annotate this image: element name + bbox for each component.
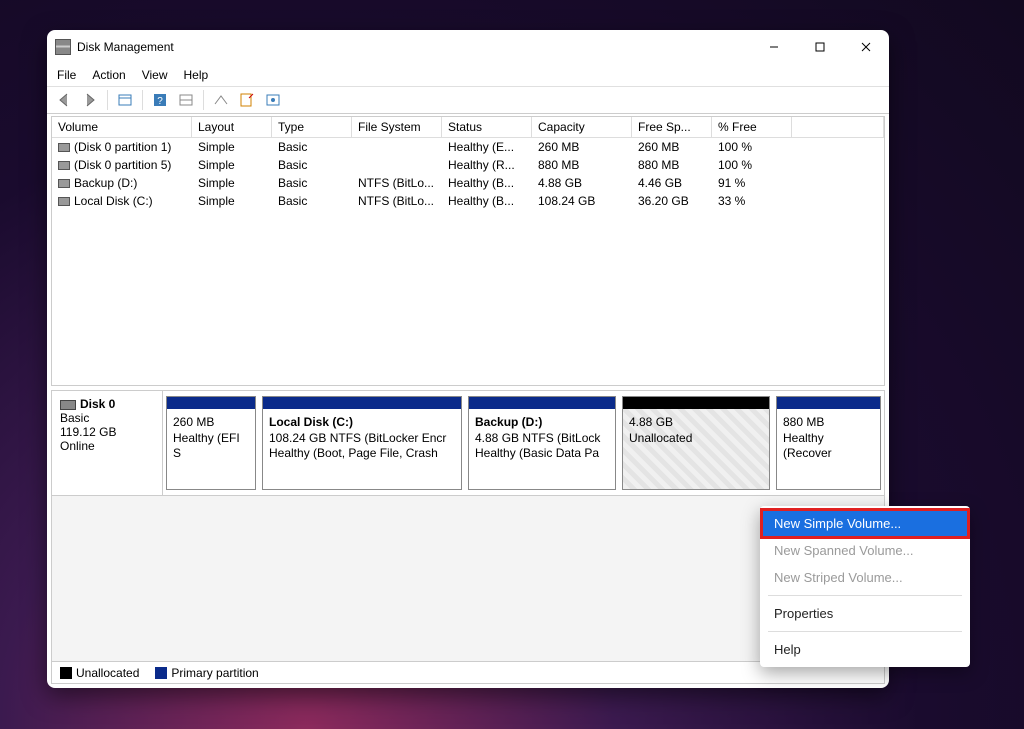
col-layout[interactable]: Layout — [192, 117, 272, 137]
close-button[interactable] — [843, 30, 889, 64]
ctx-new-spanned-volume: New Spanned Volume... — [762, 537, 968, 564]
partition-primary[interactable]: 880 MBHealthy (Recover — [776, 396, 881, 490]
volume-row[interactable]: Backup (D:)SimpleBasicNTFS (BitLo...Heal… — [52, 174, 884, 192]
disk-info[interactable]: Disk 0 Basic 119.12 GB Online — [52, 391, 163, 495]
window-buttons — [751, 30, 889, 64]
col-spacer — [792, 117, 884, 137]
partition-primary[interactable]: Backup (D:)4.88 GB NTFS (BitLockHealthy … — [468, 396, 616, 490]
legend-unallocated: Unallocated — [60, 666, 139, 680]
disk-status: Online — [60, 439, 154, 453]
volume-list[interactable]: Volume Layout Type File System Status Ca… — [51, 116, 885, 386]
ctx-separator — [768, 631, 962, 632]
window-title: Disk Management — [77, 40, 174, 54]
col-free[interactable]: Free Sp... — [632, 117, 712, 137]
volume-row[interactable]: (Disk 0 partition 5)SimpleBasicHealthy (… — [52, 156, 884, 174]
volume-list-header: Volume Layout Type File System Status Ca… — [52, 117, 884, 138]
disk-icon — [60, 400, 76, 410]
forward-button[interactable] — [79, 89, 101, 111]
ctx-new-striped-volume: New Striped Volume... — [762, 564, 968, 591]
volume-rows: (Disk 0 partition 1)SimpleBasicHealthy (… — [52, 138, 884, 385]
toolbar-separator — [203, 90, 204, 110]
ctx-separator — [768, 595, 962, 596]
settings-button[interactable] — [262, 89, 284, 111]
properties-button[interactable] — [236, 89, 258, 111]
col-capacity[interactable]: Capacity — [532, 117, 632, 137]
col-status[interactable]: Status — [442, 117, 532, 137]
maximize-button[interactable] — [797, 30, 843, 64]
col-pct[interactable]: % Free — [712, 117, 792, 137]
menu-file[interactable]: File — [57, 68, 76, 82]
toolbar-separator — [142, 90, 143, 110]
ctx-properties[interactable]: Properties — [762, 600, 968, 627]
menu-help[interactable]: Help — [184, 68, 209, 82]
legend-primary: Primary partition — [155, 666, 258, 680]
col-filesystem[interactable]: File System — [352, 117, 442, 137]
partition-unallocated[interactable]: 4.88 GBUnallocated — [622, 396, 770, 490]
menubar: File Action View Help — [47, 64, 889, 86]
volume-row[interactable]: (Disk 0 partition 1)SimpleBasicHealthy (… — [52, 138, 884, 156]
ctx-help[interactable]: Help — [762, 636, 968, 663]
volume-row[interactable]: Local Disk (C:)SimpleBasicNTFS (BitLo...… — [52, 192, 884, 210]
refresh-button[interactable] — [114, 89, 136, 111]
partition-bar: 260 MBHealthy (EFI SLocal Disk (C:)108.2… — [163, 391, 884, 495]
disk-name: Disk 0 — [80, 397, 115, 411]
ctx-new-simple-volume[interactable]: New Simple Volume... — [762, 510, 968, 537]
partition-primary[interactable]: 260 MBHealthy (EFI S — [166, 396, 256, 490]
minimize-button[interactable] — [751, 30, 797, 64]
toolbar-separator — [107, 90, 108, 110]
partition-primary[interactable]: Local Disk (C:)108.24 GB NTFS (BitLocker… — [262, 396, 462, 490]
toolbar: ? — [47, 86, 889, 114]
titlebar[interactable]: Disk Management — [47, 30, 889, 64]
svg-text:?: ? — [157, 96, 163, 107]
app-icon — [55, 39, 71, 55]
layout-button[interactable] — [175, 89, 197, 111]
action-button[interactable] — [210, 89, 232, 111]
col-type[interactable]: Type — [272, 117, 352, 137]
help-button[interactable]: ? — [149, 89, 171, 111]
back-button[interactable] — [53, 89, 75, 111]
disk-size: 119.12 GB — [60, 425, 154, 439]
legend: Unallocated Primary partition — [52, 661, 884, 683]
menu-action[interactable]: Action — [92, 68, 125, 82]
disk-type: Basic — [60, 411, 154, 425]
menu-view[interactable]: View — [142, 68, 168, 82]
col-volume[interactable]: Volume — [52, 117, 192, 137]
disk-row: Disk 0 Basic 119.12 GB Online 260 MBHeal… — [52, 391, 884, 496]
context-menu: New Simple Volume... New Spanned Volume.… — [760, 506, 970, 667]
